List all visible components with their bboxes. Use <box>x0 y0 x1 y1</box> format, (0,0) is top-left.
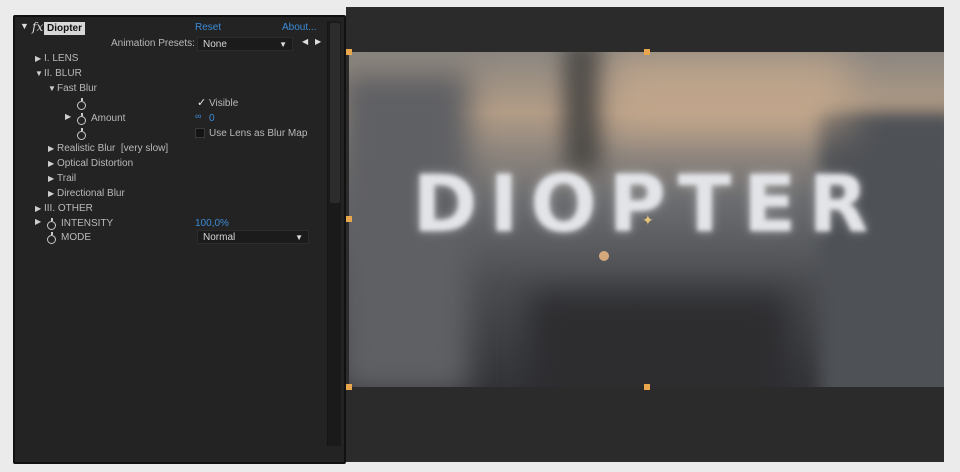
mode-value: Normal <box>203 232 236 243</box>
link-icon[interactable]: ∞ <box>195 111 201 121</box>
preset-prev-icon[interactable]: ◀ <box>302 37 308 46</box>
animation-presets-dropdown[interactable]: None ▼ <box>197 37 293 51</box>
handle-bottom-center[interactable] <box>644 384 650 390</box>
anchor-point-icon[interactable] <box>599 251 609 261</box>
amount-label: Amount <box>91 113 126 124</box>
mode-dropdown[interactable]: Normal ▼ <box>197 230 309 244</box>
group-optical-distortion[interactable]: ▶ Optical Distortion <box>48 156 133 171</box>
animation-presets-label: Animation Presets: <box>111 38 195 49</box>
expand-triangle-icon[interactable]: ▶ <box>48 141 57 156</box>
chevron-down-icon: ▼ <box>279 40 287 49</box>
intensity-label: INTENSITY <box>61 218 114 229</box>
presets-value: None <box>203 39 227 50</box>
bridge-pylon-shape <box>564 52 602 172</box>
fx-toggle-icon[interactable]: fx <box>32 20 43 34</box>
collapse-triangle-icon[interactable]: ▼ <box>35 66 44 81</box>
expand-triangle-icon[interactable]: ▶ <box>48 186 57 201</box>
scrollbar-thumb[interactable] <box>330 23 340 203</box>
group-directional-blur[interactable]: ▶ Directional Blur <box>48 186 125 201</box>
group-trail-label: Trail <box>57 173 77 184</box>
group-other-label: III. OTHER <box>44 203 93 214</box>
handle-middle-left[interactable] <box>346 216 352 222</box>
visible-label: Visible <box>209 98 239 109</box>
effect-name[interactable]: Diopter <box>44 22 85 35</box>
about-link[interactable]: About... <box>282 22 316 33</box>
stopwatch-icon[interactable] <box>77 128 86 140</box>
handle-top-center[interactable] <box>644 49 650 55</box>
group-directional-blur-label: Directional Blur <box>57 188 125 199</box>
stopwatch-icon[interactable] <box>47 232 56 244</box>
diopter-title-text: DIOPTER <box>412 160 881 250</box>
effect-controls-panel: ▼ fx Diopter Reset About... Animation Pr… <box>13 15 346 464</box>
intensity-value[interactable]: 100,0% <box>195 216 229 231</box>
stopwatch-icon[interactable] <box>77 113 86 125</box>
check-mark-icon[interactable]: ✓ <box>197 96 206 109</box>
collapse-triangle-icon[interactable]: ▼ <box>48 81 57 96</box>
group-blur-label: II. BLUR <box>44 68 82 79</box>
reset-link[interactable]: Reset <box>195 22 221 33</box>
composition-frame[interactable]: DIOPTER ✦ <box>349 52 944 387</box>
stopwatch-icon[interactable] <box>77 98 86 110</box>
group-fast-blur-label: Fast Blur <box>57 83 98 94</box>
expand-triangle-icon[interactable]: ▶ <box>35 51 44 66</box>
use-lens-checkbox[interactable] <box>195 128 205 138</box>
group-realistic-blur[interactable]: ▶ Realistic Blur [very slow] <box>48 141 168 156</box>
group-other[interactable]: ▶ III. OTHER <box>35 201 93 216</box>
stopwatch-icon[interactable] <box>47 218 56 230</box>
group-lens[interactable]: ▶ I. LENS <box>35 51 78 66</box>
group-trail[interactable]: ▶ Trail <box>48 171 76 186</box>
chevron-down-icon: ▼ <box>295 233 303 242</box>
group-blur[interactable]: ▼II. BLUR <box>35 66 82 81</box>
use-lens-label: Use Lens as Blur Map <box>209 128 308 139</box>
expand-triangle-icon[interactable]: ▶ <box>35 217 44 226</box>
group-realistic-blur-label: Realistic Blur [very slow] <box>57 143 169 154</box>
sky-glow-shape <box>609 52 849 132</box>
preset-next-icon[interactable]: ▶ <box>315 37 321 46</box>
track-shape <box>529 292 789 387</box>
expand-triangle-icon[interactable]: ▶ <box>65 112 74 121</box>
expand-triangle-icon[interactable]: ▶ <box>35 201 44 216</box>
amount-value[interactable]: 0 <box>209 111 215 126</box>
handle-bottom-left[interactable] <box>346 384 352 390</box>
collapse-triangle-icon[interactable]: ▼ <box>20 21 29 31</box>
composition-viewer[interactable]: DIOPTER ✦ <box>346 7 944 462</box>
group-fast-blur[interactable]: ▼Fast Blur <box>48 81 97 96</box>
handle-top-left[interactable] <box>346 49 352 55</box>
mode-label: MODE <box>61 232 91 243</box>
panel-scrollbar[interactable] <box>327 21 341 446</box>
group-optical-distortion-label: Optical Distortion <box>57 158 134 169</box>
expand-triangle-icon[interactable]: ▶ <box>48 171 57 186</box>
effect-point-icon[interactable]: ✦ <box>642 212 654 229</box>
expand-triangle-icon[interactable]: ▶ <box>48 156 57 171</box>
effect-header: ▼ fx Diopter Reset About... <box>15 20 330 36</box>
group-lens-label: I. LENS <box>44 53 79 64</box>
